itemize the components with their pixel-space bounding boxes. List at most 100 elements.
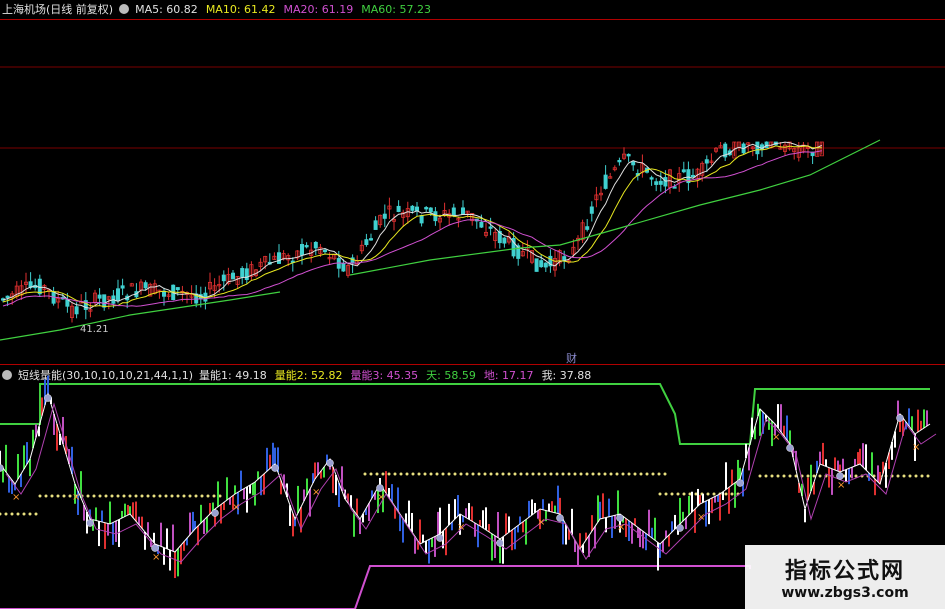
support-dot (110, 494, 114, 498)
support-dot (28, 512, 32, 516)
support-dot (920, 474, 924, 478)
candle-body (5, 295, 10, 299)
support-dot (926, 474, 930, 478)
signal-marker (616, 514, 624, 522)
support-dot (92, 494, 96, 498)
support-dot (22, 512, 26, 516)
cross-marker: × (697, 512, 705, 523)
support-dot (158, 494, 162, 498)
candle-body (313, 241, 318, 249)
watermark-badge: 指标公式网 www.zbgs3.com (745, 545, 945, 609)
signal-marker (86, 519, 94, 527)
support-dot (818, 474, 822, 478)
support-dot (776, 474, 780, 478)
candle-body (221, 274, 226, 282)
signal-marker (736, 479, 744, 487)
support-dot (645, 472, 649, 476)
candle-body (116, 288, 121, 302)
support-dot (164, 494, 168, 498)
support-dot (537, 472, 541, 476)
candle-body (428, 207, 433, 213)
candle-body (626, 153, 631, 157)
support-dot (206, 494, 210, 498)
candle-body (534, 258, 539, 272)
support-dot (34, 512, 38, 516)
signal-marker (271, 464, 279, 472)
candle-body (276, 252, 281, 264)
support-dot (369, 472, 373, 476)
watermark-title: 指标公式网 (784, 559, 905, 584)
support-dot (459, 472, 463, 476)
signal-marker (326, 459, 334, 467)
support-dot (471, 472, 475, 476)
candle-body (382, 213, 387, 219)
support-dot (549, 472, 553, 476)
cross-marker: × (312, 487, 320, 498)
support-dot (44, 494, 48, 498)
candle-body (175, 287, 180, 291)
support-dot (38, 494, 42, 498)
cross-marker: × (912, 442, 920, 453)
support-dot (417, 472, 421, 476)
support-dot (651, 472, 655, 476)
signal-marker (836, 472, 844, 480)
support-dot (16, 512, 20, 516)
candle-body (120, 285, 125, 289)
di-step-line (0, 565, 751, 609)
candle-body (364, 239, 369, 246)
support-dot (495, 472, 499, 476)
candle-body (617, 159, 622, 163)
support-dot (657, 472, 661, 476)
support-dot (477, 472, 481, 476)
candle-body (299, 244, 304, 256)
support-dot (658, 492, 662, 496)
support-dot (116, 494, 120, 498)
candle-body (74, 306, 79, 315)
candle-body (681, 169, 686, 173)
support-dot (128, 494, 132, 498)
support-dot (573, 472, 577, 476)
candle-body (658, 180, 663, 185)
support-dot (50, 494, 54, 498)
support-dot (730, 492, 734, 496)
support-dot (902, 474, 906, 478)
support-dot (525, 472, 529, 476)
candle-body (97, 294, 102, 299)
support-dot (200, 494, 204, 498)
candle-body (755, 141, 760, 155)
support-dot (104, 494, 108, 498)
watermark-url: www.zbgs3.com (781, 585, 909, 601)
support-dot (770, 474, 774, 478)
candle-body (373, 220, 378, 230)
candle-body (585, 226, 590, 230)
cross-marker: × (772, 432, 780, 443)
price-chart-pane[interactable]: 上海机场(日线 前复权) MA5: 60.82 MA10: 61.42 MA20: … (0, 0, 945, 365)
candle-body (368, 238, 373, 241)
support-dot (543, 472, 547, 476)
support-dot (152, 494, 156, 498)
cross-marker: × (377, 492, 385, 503)
candle-body (691, 174, 696, 178)
candle-body (37, 278, 42, 295)
candle-body (663, 177, 668, 187)
support-dot (4, 512, 8, 516)
candlestick-chart[interactable] (0, 0, 945, 356)
candle-body (396, 205, 401, 212)
signal-marker (44, 394, 52, 402)
support-dot (86, 494, 90, 498)
support-dot (140, 494, 144, 498)
cross-marker: × (457, 522, 465, 533)
support-dot (122, 494, 126, 498)
candle-body (244, 268, 249, 281)
cross-marker: × (617, 522, 625, 533)
support-dot (381, 472, 385, 476)
support-dot (212, 494, 216, 498)
support-dot (519, 472, 523, 476)
candle-body (631, 161, 636, 166)
support-dot (706, 492, 710, 496)
cross-marker: × (537, 517, 545, 528)
low-price-label: 41.21 (80, 324, 109, 335)
support-dot (435, 472, 439, 476)
support-dot (806, 474, 810, 478)
signal-marker (151, 544, 159, 552)
